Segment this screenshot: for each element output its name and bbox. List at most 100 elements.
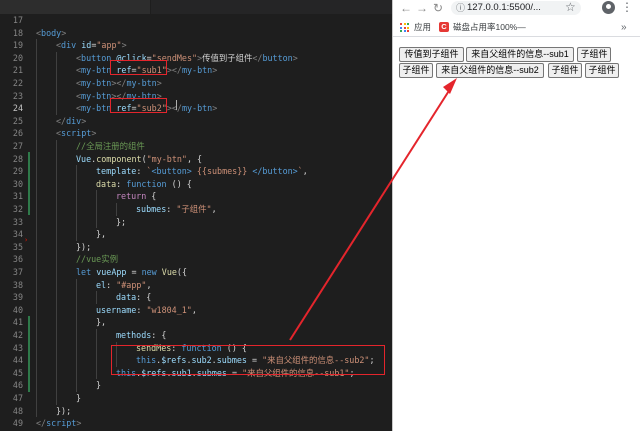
code-text: template: `<button> {{submes}} </button>… — [96, 165, 308, 178]
code-text: }); — [56, 405, 71, 418]
code-line[interactable]: 41}, — [0, 316, 392, 329]
child-button-sub2[interactable]: 来自父组件的信息--sub2 — [436, 63, 544, 78]
indent-guide — [76, 190, 77, 203]
child-button[interactable]: 子组件 — [585, 63, 619, 78]
code-line[interactable]: 33}; — [0, 215, 392, 229]
code-line[interactable]: 37 let vueApp = new Vue({ — [0, 266, 392, 279]
code-token: my-btn — [126, 90, 157, 101]
code-line[interactable]: 47} — [0, 392, 392, 405]
send-message-button[interactable]: 传值到子组件 — [399, 47, 464, 62]
line-number: 38 — [12, 279, 23, 290]
child-button[interactable]: 子组件 — [577, 47, 611, 62]
code-token: "w1804_1" — [146, 304, 192, 315]
indent-guide — [56, 215, 57, 229]
code-line[interactable]: 34}, — [0, 228, 392, 241]
account-avatar-icon[interactable] — [602, 1, 615, 14]
info-icon[interactable]: ⓘ — [456, 2, 465, 14]
apps-grid-icon[interactable] — [400, 23, 409, 32]
indent-guide — [96, 190, 97, 203]
code-line[interactable]: 31 return { — [0, 190, 392, 203]
reload-icon[interactable]: ↻ — [431, 1, 445, 15]
code-token: , — [146, 279, 152, 290]
code-line[interactable]: 18 <body> — [0, 27, 392, 40]
code-line[interactable]: 21 <my-btn ref="sub1"></my-btn> — [0, 64, 392, 77]
code-token: > — [61, 27, 67, 38]
line-number: 34 — [12, 229, 23, 240]
forward-arrow-icon[interactable]: → — [415, 1, 429, 15]
indent-guide — [116, 341, 117, 355]
code-line[interactable]: 24 <my-btn ref="sub2"></my-btn> — [0, 102, 392, 115]
code-line[interactable]: 45 this.$refs.sub1.submes = "来自父组件的信息--su… — [0, 366, 392, 380]
indent-guide — [56, 77, 57, 90]
child-button-sub1[interactable]: 来自父组件的信息--sub1 — [466, 47, 574, 62]
code-text: }, — [96, 316, 106, 329]
code-line[interactable]: 38 el: "#app", — [0, 278, 392, 292]
bookmarks-overflow-icon[interactable]: » — [621, 19, 627, 36]
code-line[interactable]: 42 methods: { — [0, 329, 392, 342]
code-line[interactable]: 28 Vue.component("my-btn", { — [0, 152, 392, 166]
code-token: "来自父组件的信息--sub1" — [242, 367, 350, 378]
indent-guide — [36, 379, 37, 392]
code-line[interactable]: 30 data: function () { — [0, 177, 392, 191]
code-text: data: function () { — [96, 178, 192, 191]
code-line[interactable]: 46} — [0, 379, 392, 392]
code-token: $refs — [141, 367, 167, 378]
indent-guide — [56, 303, 57, 317]
code-text: <script> — [56, 127, 96, 140]
more-menu-icon[interactable]: ⋮ — [621, 0, 633, 15]
indent-guide — [56, 278, 57, 292]
indent-guide — [36, 177, 37, 191]
code-line[interactable]: 36 //vue实例 — [0, 253, 392, 266]
code-line[interactable]: 23 <my-btn></my-btn> — [0, 89, 392, 103]
code-line[interactable]: 44 this.$refs.sub2.submes = "来自父组件的信息--su… — [0, 354, 392, 367]
code-line[interactable]: 48}); — [0, 404, 392, 418]
bookmark-item[interactable]: 磁盘占用率100%— — [453, 19, 526, 36]
indent-guide — [56, 341, 57, 355]
line-number: 25 — [12, 115, 23, 126]
indent-guide — [56, 89, 57, 103]
line-number: 36 — [12, 254, 23, 265]
code-line[interactable]: 49 </script> — [0, 417, 392, 430]
child-button[interactable]: 子组件 — [548, 63, 582, 78]
code-line[interactable]: 43 sendMes: function () { — [0, 341, 392, 355]
code-line[interactable]: 17 — [0, 14, 392, 27]
code-token: : — [116, 178, 127, 189]
code-editor[interactable]: 17 18 <body> 19 <div id="app"> 20 <button @cli… — [0, 0, 392, 431]
indent-guide — [36, 165, 37, 178]
code-line[interactable]: 27 //全局注册的组件 — [0, 140, 392, 153]
bookmark-star-icon[interactable]: ☆ — [565, 0, 576, 15]
code-token: this — [136, 355, 157, 366]
code-line[interactable]: 25 </div> — [0, 114, 392, 128]
code-token: new — [141, 267, 157, 277]
indent-guide — [76, 228, 77, 241]
code-line[interactable]: 35}); — [0, 240, 392, 254]
code-line[interactable]: 29 template: `<button> {{submes}} </butto… — [0, 165, 392, 178]
address-bar[interactable]: ⓘ 127.0.0.1:5500/... — [451, 1, 581, 15]
code-line[interactable]: 32 submes: "子组件", — [0, 203, 392, 216]
code-token: div — [61, 40, 77, 51]
child-button[interactable]: 子组件 — [399, 63, 433, 78]
code-line[interactable]: 39 data: { — [0, 291, 392, 304]
indent-guide — [36, 228, 37, 241]
bookmarks-bar: 应用 C 磁盘占用率100%— » — [393, 19, 640, 37]
line-number: 33 — [12, 216, 23, 227]
back-arrow-icon[interactable]: ← — [399, 1, 413, 15]
url-text[interactable]: 127.0.0.1:5500/... — [467, 1, 541, 15]
code-line[interactable]: 19 <div id="app"> — [0, 39, 392, 52]
bookmark-apps[interactable]: 应用 — [414, 19, 431, 36]
line-number: 22 — [12, 78, 23, 88]
code-line[interactable]: 40 username: "w1804_1", — [0, 303, 392, 317]
indent-guide — [36, 278, 37, 292]
code-line[interactable]: 20 <button @click="sendMes">传值到子组件</butto… — [0, 51, 392, 65]
code-text: return { — [116, 190, 156, 203]
code-token: ></ — [166, 103, 182, 114]
indent-guide — [36, 152, 37, 166]
editor-tab[interactable] — [0, 0, 151, 14]
indent-guide — [96, 291, 97, 304]
line-number: 35 — [12, 241, 23, 252]
code-text: <div id="app"> — [56, 39, 127, 52]
code-token: </ — [36, 418, 47, 429]
code-line[interactable]: 26 <script> — [0, 127, 392, 140]
code-line[interactable]: 22 <my-btn></my-btn> — [0, 77, 392, 90]
line-number: 49 — [12, 418, 23, 429]
